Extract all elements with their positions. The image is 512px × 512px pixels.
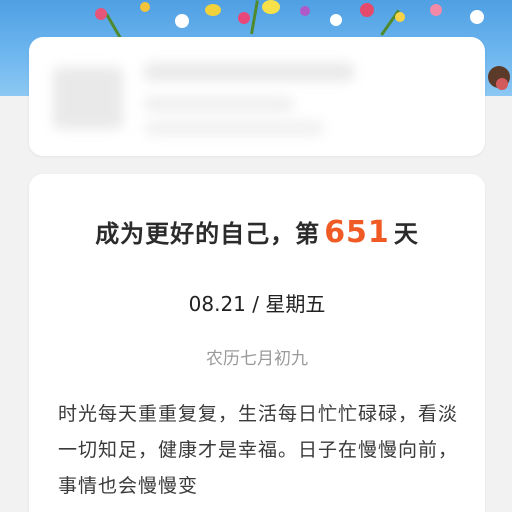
blurred-info-card bbox=[29, 37, 485, 156]
lunar-date: 农历七月初九 bbox=[206, 349, 308, 369]
date-line: 08.21 / 星期五 bbox=[188, 292, 326, 316]
app-screen: 成为更好的自己，第 651 天 08.21 / 星期五 农历七月初九 时光每天重重复… bbox=[0, 0, 512, 512]
daily-card: 成为更好的自己，第 651 天 08.21 / 星期五 农历七月初九 时光每天重重复… bbox=[29, 174, 485, 512]
headline-suffix: 天 bbox=[393, 220, 419, 248]
headline: 成为更好的自己，第 651 天 bbox=[29, 214, 485, 250]
daily-quote: 时光每天重重复复，生活每日忙忙碌碌，看淡一切知足，健康才是幸福。日子在慢慢向前，… bbox=[58, 403, 459, 497]
day-count: 651 bbox=[324, 215, 390, 250]
headline-prefix: 成为更好的自己，第 bbox=[95, 220, 321, 248]
